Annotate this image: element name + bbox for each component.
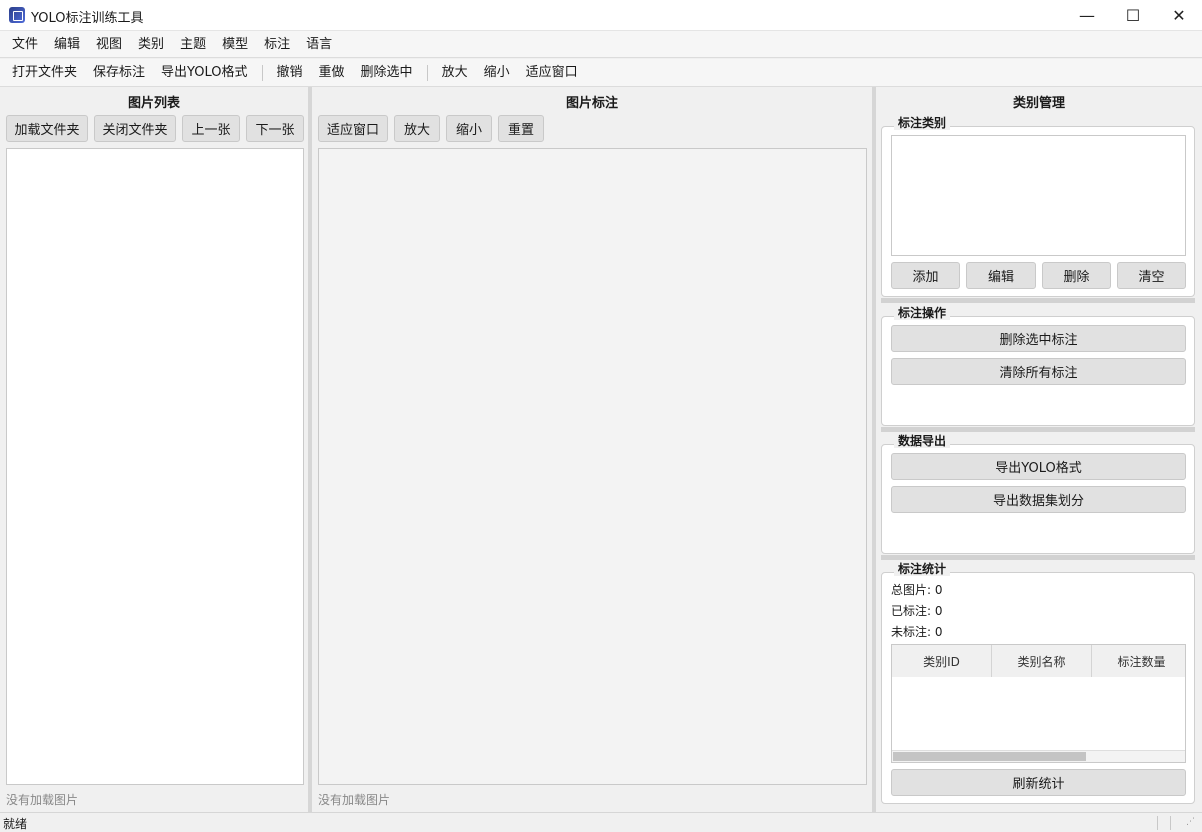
menu-edit[interactable]: 编辑	[46, 31, 88, 58]
undo-button[interactable]: 撤销	[269, 60, 311, 86]
menu-theme[interactable]: 主题	[172, 31, 214, 58]
menu-language[interactable]: 语言	[298, 31, 340, 58]
toolbar: 打开文件夹 保存标注 导出YOLO格式 撤销 重做 删除选中 放大 缩小 适应窗…	[0, 59, 1202, 87]
toolbar-separator	[261, 64, 263, 81]
menu-view[interactable]: 视图	[88, 31, 130, 58]
zoom-out-button[interactable]: 缩小	[476, 60, 518, 86]
menu-file[interactable]: 文件	[4, 31, 46, 58]
image-list-title: 图片列表	[127, 96, 180, 111]
zoom-in-button[interactable]: 放大	[434, 60, 476, 86]
group-divider	[881, 298, 1195, 303]
canvas-status: 没有加载图片	[318, 793, 391, 807]
class-manager-title: 类别管理	[1012, 96, 1065, 111]
stats-group-title: 标注统计	[894, 562, 951, 576]
clear-classes-button[interactable]: 清空	[1117, 262, 1186, 289]
canvas-zoom-in-button[interactable]: 放大	[394, 115, 440, 142]
col-header-class-id[interactable]: 类别ID	[892, 645, 992, 677]
save-annotation-button[interactable]: 保存标注	[85, 60, 153, 86]
redo-button[interactable]: 重做	[311, 60, 353, 86]
delete-selected-annotation-button[interactable]: 删除选中标注	[891, 325, 1186, 352]
menu-annotate[interactable]: 标注	[256, 31, 298, 58]
close-button[interactable]: ✕	[1156, 0, 1202, 31]
next-image-button[interactable]: 下一张	[246, 115, 304, 142]
stats-table[interactable]: 类别ID 类别名称 标注数量	[891, 644, 1186, 763]
close-folder-button[interactable]: 关闭文件夹	[94, 115, 176, 142]
image-list-panel: 图片列表 加载文件夹 关闭文件夹 上一张 下一张 没有加载图片	[0, 87, 308, 812]
status-bar: 就绪 ⋰	[0, 812, 1202, 832]
export-group-title: 数据导出	[894, 434, 951, 448]
menu-bar: 文件 编辑 视图 类别 主题 模型 标注 语言	[0, 31, 1202, 58]
open-folder-button[interactable]: 打开文件夹	[4, 60, 85, 86]
canvas-reset-button[interactable]: 重置	[498, 115, 544, 142]
export-yolo-button[interactable]: 导出YOLO格式	[153, 60, 255, 86]
annotation-canvas[interactable]	[318, 148, 867, 785]
add-class-button[interactable]: 添加	[891, 262, 960, 289]
maximize-button[interactable]: ☐	[1110, 0, 1156, 31]
prev-image-button[interactable]: 上一张	[182, 115, 240, 142]
status-divider	[1157, 816, 1158, 830]
export-yolo-format-button[interactable]: 导出YOLO格式	[891, 453, 1186, 480]
status-divider	[1170, 816, 1171, 830]
menu-class[interactable]: 类别	[130, 31, 172, 58]
canvas-zoom-out-button[interactable]: 缩小	[446, 115, 492, 142]
class-manager-panel: 类别管理 标注类别 添加 编辑 删除 清空 标注操作 删除选中标注 清除所有标注…	[876, 87, 1202, 812]
unlabeled-images-stat: 未标注: 0	[891, 625, 943, 639]
minimize-button[interactable]: —	[1064, 0, 1110, 31]
toolbar-separator	[426, 64, 428, 81]
col-header-annotation-count[interactable]: 标注数量	[1092, 645, 1185, 677]
edit-class-button[interactable]: 编辑	[966, 262, 1036, 289]
class-list[interactable]	[891, 135, 1186, 256]
group-divider	[881, 427, 1195, 432]
clear-all-annotations-button[interactable]: 清除所有标注	[891, 358, 1186, 385]
menu-model[interactable]: 模型	[214, 31, 256, 58]
group-divider	[881, 555, 1195, 560]
export-dataset-split-button[interactable]: 导出数据集划分	[891, 486, 1186, 513]
image-list-status: 没有加载图片	[6, 793, 79, 807]
table-horizontal-scrollbar[interactable]	[892, 750, 1185, 762]
classes-group-title: 标注类别	[894, 116, 951, 130]
status-text: 就绪	[3, 817, 28, 831]
delete-class-button[interactable]: 删除	[1042, 262, 1111, 289]
annotation-title: 图片标注	[565, 96, 618, 111]
fit-window-button[interactable]: 适应窗口	[518, 60, 586, 86]
load-folder-button[interactable]: 加载文件夹	[6, 115, 88, 142]
labeled-images-stat: 已标注: 0	[891, 604, 943, 618]
col-header-class-name[interactable]: 类别名称	[992, 645, 1092, 677]
refresh-stats-button[interactable]: 刷新统计	[891, 769, 1186, 796]
canvas-fit-button[interactable]: 适应窗口	[318, 115, 388, 142]
scrollbar-thumb[interactable]	[893, 752, 1086, 761]
app-icon	[9, 7, 25, 23]
title-bar: YOLO标注训练工具 — ☐ ✕	[0, 0, 1202, 31]
delete-selected-button[interactable]: 删除选中	[353, 60, 421, 86]
image-list[interactable]	[6, 148, 304, 785]
total-images-stat: 总图片: 0	[891, 583, 943, 597]
resize-grip-icon[interactable]: ⋰	[1186, 817, 1195, 827]
window-title: YOLO标注训练工具	[31, 11, 144, 26]
ops-group-title: 标注操作	[894, 306, 951, 320]
annotation-panel: 图片标注 适应窗口 放大 缩小 重置 没有加载图片	[312, 87, 872, 812]
